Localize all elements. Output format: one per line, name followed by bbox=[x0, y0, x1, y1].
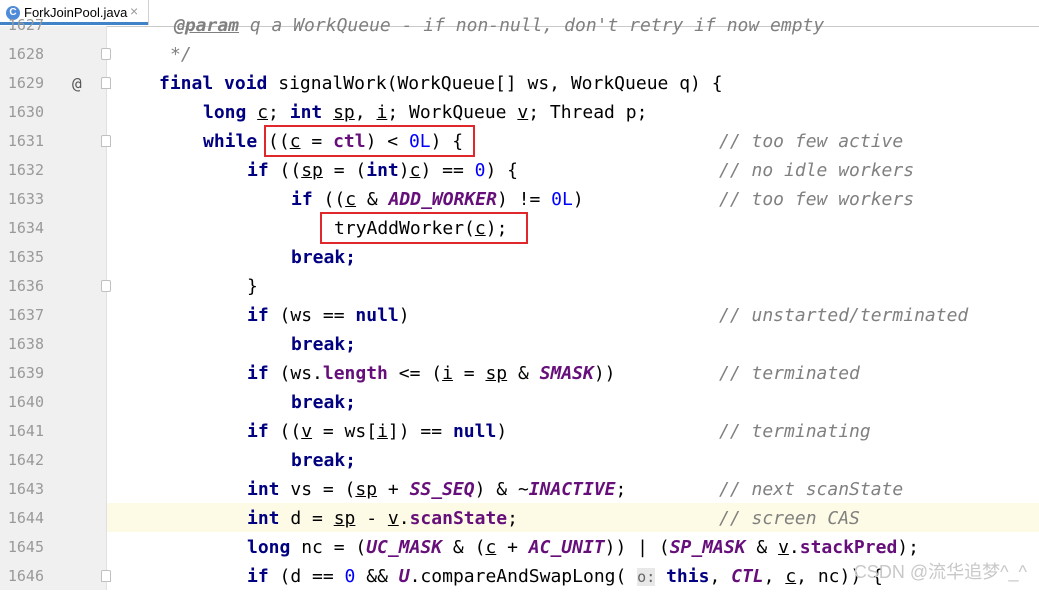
code-line: 1642 break; bbox=[0, 446, 1039, 475]
code-text: } bbox=[247, 276, 258, 297]
line-number: 1634 bbox=[7, 219, 44, 237]
line-number: 1637 bbox=[7, 306, 44, 324]
code-text: if (ws.length <= (i = sp & SMASK)) bbox=[247, 363, 616, 384]
code-comment: // unstarted/terminated bbox=[719, 305, 969, 326]
code-line: 1640 break; bbox=[0, 388, 1039, 417]
line-number: 1639 bbox=[7, 364, 44, 382]
code-line: 1630 long c; int sp, i; WorkQueue v; Thr… bbox=[0, 98, 1039, 127]
line-number: 1629 bbox=[7, 74, 44, 92]
code-text: long nc = (UC_MASK & (c + AC_UNIT)) | (S… bbox=[247, 537, 919, 558]
code-text: if ((sp = (int)c) == 0) { bbox=[247, 160, 518, 181]
line-number: 1636 bbox=[7, 277, 44, 295]
override-annotation-icon[interactable]: @ bbox=[72, 69, 82, 98]
code-line: 1631 while ((c = ctl) < 0L) { // too few… bbox=[0, 127, 1039, 156]
line-number: 1641 bbox=[7, 422, 44, 440]
fold-marker-icon[interactable] bbox=[101, 280, 111, 292]
code-text: if (d == 0 && U.compareAndSwapLong( o: t… bbox=[247, 566, 883, 587]
line-number: 1628 bbox=[7, 45, 44, 63]
line-number: 1633 bbox=[7, 190, 44, 208]
fold-marker-icon[interactable] bbox=[101, 48, 111, 60]
code-line: 1641 if ((v = ws[i]) == null) // termina… bbox=[0, 417, 1039, 446]
code-line-current: 1644 int d = sp - v.scanState; // screen… bbox=[0, 504, 1039, 533]
code-line: 1628 */ bbox=[0, 40, 1039, 69]
line-number: 1643 bbox=[7, 480, 44, 498]
code-text: break; bbox=[291, 392, 357, 413]
line-number: 1644 bbox=[7, 509, 44, 527]
code-text: @param q a WorkQueue - if non-null, don'… bbox=[174, 15, 825, 36]
code-line: 1639 if (ws.length <= (i = sp & SMASK)) … bbox=[0, 359, 1039, 388]
line-number: 1646 bbox=[7, 567, 44, 585]
line-number: 1632 bbox=[7, 161, 44, 179]
code-comment: // screen CAS bbox=[719, 508, 860, 529]
code-line: 1637 if (ws == null) // unstarted/termin… bbox=[0, 301, 1039, 330]
code-text: long c; int sp, i; WorkQueue v; Thread p… bbox=[203, 102, 648, 123]
code-editor[interactable]: 1627 @param q a WorkQueue - if non-null,… bbox=[0, 0, 1039, 590]
code-text: break; bbox=[291, 247, 357, 268]
fold-marker-icon[interactable] bbox=[101, 77, 111, 89]
code-line: 1635 break; bbox=[0, 243, 1039, 272]
code-line: 1633 if ((c & ADD_WORKER) != 0L) // too … bbox=[0, 185, 1039, 214]
code-comment: // terminated bbox=[719, 363, 860, 384]
code-comment: // no idle workers bbox=[719, 160, 915, 181]
code-line: 1638 break; bbox=[0, 330, 1039, 359]
code-comment: // terminating bbox=[719, 421, 871, 442]
code-line: 1627 @param q a WorkQueue - if non-null,… bbox=[0, 11, 1039, 40]
code-text: int d = sp - v.scanState; bbox=[247, 508, 518, 529]
code-comment: // too few workers bbox=[719, 189, 915, 210]
code-line: 1629 @ final void signalWork(WorkQueue[]… bbox=[0, 69, 1039, 98]
line-number: 1630 bbox=[7, 103, 44, 121]
code-text: int vs = (sp + SS_SEQ) & ~INACTIVE; bbox=[247, 479, 627, 500]
code-comment: // next scanState bbox=[719, 479, 904, 500]
line-number: 1631 bbox=[7, 132, 44, 150]
code-text: if ((c & ADD_WORKER) != 0L) bbox=[291, 189, 584, 210]
line-number: 1638 bbox=[7, 335, 44, 353]
parameter-hint: o: bbox=[637, 568, 656, 586]
line-number: 1642 bbox=[7, 451, 44, 469]
code-text: */ bbox=[170, 44, 192, 65]
line-number: 1640 bbox=[7, 393, 44, 411]
line-number: 1645 bbox=[7, 538, 44, 556]
watermark: CSDN @流华追梦^_^ bbox=[853, 562, 1027, 582]
code-text: final void signalWork(WorkQueue[] ws, Wo… bbox=[159, 73, 723, 94]
code-text: break; bbox=[291, 334, 357, 355]
fold-marker-icon[interactable] bbox=[101, 135, 111, 147]
line-number: 1635 bbox=[7, 248, 44, 266]
line-number: 1627 bbox=[7, 16, 44, 34]
code-line: 1643 int vs = (sp + SS_SEQ) & ~INACTIVE;… bbox=[0, 475, 1039, 504]
code-text: break; bbox=[291, 450, 357, 471]
code-comment: // too few active bbox=[719, 131, 904, 152]
code-line: 1632 if ((sp = (int)c) == 0) { // no idl… bbox=[0, 156, 1039, 185]
code-text: if (ws == null) bbox=[247, 305, 410, 326]
highlight-box-while-condition bbox=[264, 125, 475, 157]
fold-marker-icon[interactable] bbox=[101, 570, 111, 582]
code-text: if ((v = ws[i]) == null) bbox=[247, 421, 508, 442]
code-line: 1636 } bbox=[0, 272, 1039, 301]
highlight-box-tryaddworker bbox=[320, 212, 528, 244]
